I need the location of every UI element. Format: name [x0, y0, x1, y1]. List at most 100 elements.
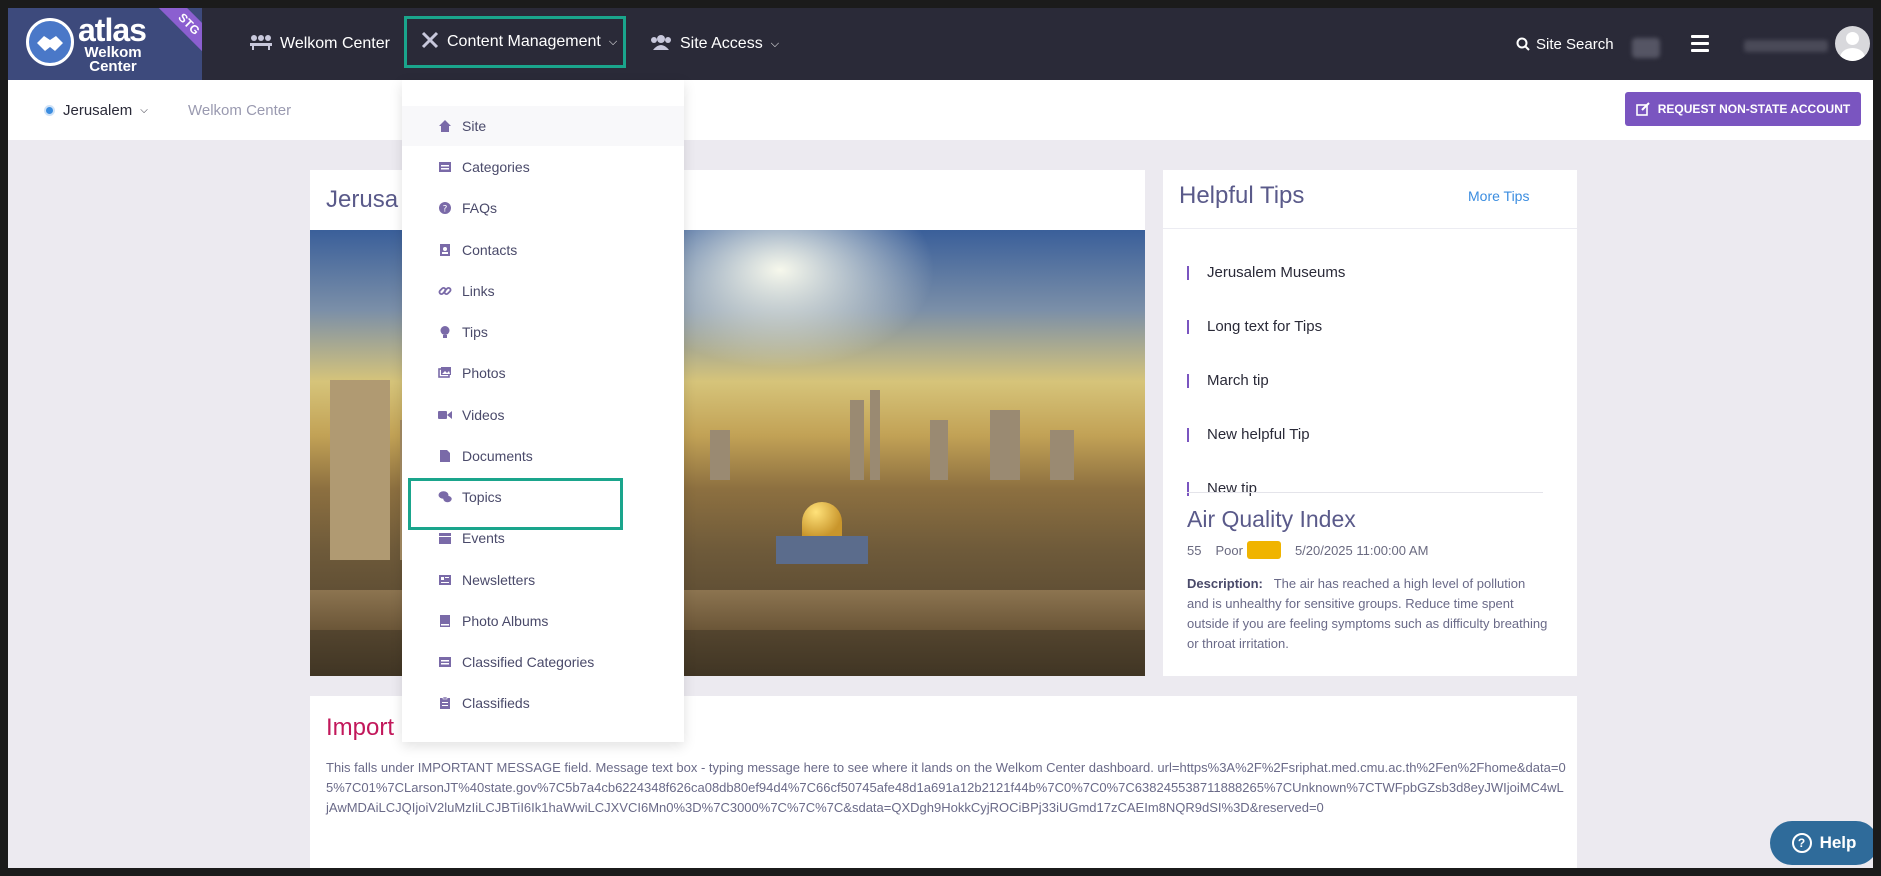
menu-item-faqs[interactable]: ? FAQs — [402, 188, 684, 228]
important-message-text: This falls under IMPORTANT MESSAGE field… — [326, 760, 1566, 815]
users-icon — [650, 34, 672, 55]
site-search-label: Site Search — [1536, 35, 1614, 53]
menu-item-label: Videos — [462, 407, 505, 423]
air-quality-reading: 55 Poor 5/20/2025 11:00:00 AM — [1187, 541, 1428, 559]
menu-item-videos[interactable]: Videos — [402, 395, 684, 435]
menu-item-photos[interactable]: Photos — [402, 353, 684, 393]
aqi-status-swatch — [1246, 541, 1281, 559]
tip-item[interactable]: New tip — [1187, 481, 1257, 496]
nav-content-management-label: Content Management — [447, 33, 601, 50]
menu-item-label: FAQs — [462, 200, 498, 216]
help-button[interactable]: ? Help — [1770, 821, 1873, 865]
menu-item-label: Tips — [462, 324, 488, 340]
menu-item-label: Documents — [462, 448, 533, 464]
logo-handshake-icon — [26, 18, 74, 66]
aqi-timestamp: 5/20/2025 11:00:00 AM — [1294, 542, 1429, 558]
tips-title: Helpful Tips — [1179, 182, 1305, 209]
chevron-down-icon: ⌵ — [770, 37, 780, 50]
photos-icon — [438, 366, 452, 380]
aqi-description-label: Description: — [1187, 576, 1263, 591]
request-button-label: REQUEST NON-STATE ACCOUNT — [1657, 102, 1851, 116]
menu-item-label: Site — [462, 118, 487, 134]
dome-of-the-rock — [802, 502, 842, 538]
book-icon — [438, 614, 452, 628]
help-question-icon: ? — [1791, 833, 1812, 853]
list-icon — [438, 160, 452, 174]
chevron-down-icon: ⌵ — [140, 104, 148, 116]
svg-text:?: ? — [443, 205, 448, 215]
tip-item[interactable]: March tip — [1187, 373, 1269, 388]
menu-item-photo-albums[interactable]: Photo Albums — [402, 601, 684, 641]
menu-item-label: Photo Albums — [462, 613, 549, 629]
aqi-status: Poor — [1215, 542, 1243, 558]
document-icon — [438, 449, 452, 463]
list-icon — [438, 655, 452, 669]
tools-icon — [421, 31, 439, 54]
menu-item-links[interactable]: Links — [402, 271, 684, 311]
tip-item[interactable]: Jerusalem Museums — [1187, 265, 1345, 280]
blurred-user-name — [1744, 40, 1828, 52]
blurred-indicator — [1632, 38, 1660, 58]
people-icon — [250, 34, 272, 55]
hero-title: Jerusa — [326, 186, 399, 213]
edit-icon — [1635, 102, 1650, 116]
menu-item-site[interactable]: Site — [402, 106, 684, 146]
important-title: Import — [326, 714, 395, 741]
menu-item-label: Links — [462, 283, 495, 299]
help-label: Help — [1819, 833, 1857, 852]
chevron-down-icon: ⌵ — [608, 35, 618, 48]
menu-icon[interactable] — [1691, 35, 1709, 53]
newspaper-icon — [438, 573, 452, 587]
menu-item-contacts[interactable]: Contacts — [402, 230, 684, 270]
aqi-description: Description: The air has reached a high … — [1187, 574, 1549, 654]
breadcrumb[interactable]: Welkom Center — [188, 80, 291, 140]
nav-site-access[interactable]: Site Access ⌵ — [650, 8, 779, 80]
helpful-tips-card: Helpful Tips More Tips Jerusalem Museums… — [1163, 170, 1577, 676]
site-search-button[interactable]: Site Search — [1516, 8, 1614, 80]
lightbulb-icon — [438, 325, 452, 339]
avatar[interactable] — [1835, 26, 1870, 61]
menu-item-label: Photos — [462, 365, 506, 381]
request-non-state-account-button[interactable]: REQUEST NON-STATE ACCOUNT — [1625, 92, 1861, 126]
menu-item-classifieds[interactable]: Classifieds — [402, 683, 684, 723]
menu-item-label: Newsletters — [462, 572, 536, 588]
nav-content-management[interactable]: Content Management ⌵ — [404, 16, 626, 68]
menu-item-label: Categories — [462, 159, 530, 175]
nav-site-access-label: Site Access — [680, 35, 763, 52]
sub-header-bar: Jerusalem ⌵ Welkom Center — [8, 80, 1873, 140]
question-icon: ? — [438, 201, 452, 215]
logo-subtitle: Welkom Center — [84, 44, 142, 75]
nav-welkom-center[interactable]: Welkom Center — [250, 8, 390, 80]
location-dot-icon — [44, 104, 55, 116]
menu-item-classified-categories[interactable]: Classified Categories — [402, 642, 684, 682]
menu-item-tips[interactable]: Tips — [402, 312, 684, 352]
content-management-dropdown: Site Categories ? FAQs Contacts Links Ti… — [402, 80, 684, 742]
top-navigation-bar: atlas Welkom Center STG Welkom Center Co… — [8, 8, 1873, 80]
menu-item-label: Classifieds — [462, 695, 530, 711]
menu-item-label: Contacts — [462, 242, 518, 258]
nav-welkom-center-label: Welkom Center — [280, 35, 390, 52]
menu-item-categories[interactable]: Categories — [402, 147, 684, 187]
video-icon — [438, 408, 452, 422]
environment-badge: STG — [157, 8, 202, 56]
link-icon — [438, 284, 452, 298]
tip-item[interactable]: New helpful Tip — [1187, 427, 1310, 442]
home-icon — [438, 119, 452, 133]
menu-item-documents[interactable]: Documents — [402, 436, 684, 476]
tip-item[interactable]: Long text for Tips — [1187, 319, 1322, 334]
location-label: Jerusalem — [63, 101, 133, 119]
location-selector[interactable]: Jerusalem ⌵ — [44, 80, 148, 140]
menu-item-label: Classified Categories — [462, 654, 595, 670]
air-quality-title: Air Quality Index — [1187, 506, 1356, 532]
search-icon — [1516, 37, 1530, 51]
topics-highlight — [408, 478, 623, 530]
more-tips-link[interactable]: More Tips — [1468, 188, 1529, 204]
clipboard-icon — [438, 696, 452, 710]
aqi-value: 55 — [1187, 542, 1202, 558]
menu-item-newsletters[interactable]: Newsletters — [402, 560, 684, 600]
app-frame: atlas Welkom Center STG Welkom Center Co… — [8, 8, 1873, 868]
atlas-logo[interactable]: atlas Welkom Center STG — [8, 8, 202, 80]
contact-icon — [438, 243, 452, 257]
calendar-icon — [438, 531, 452, 545]
menu-item-label: Events — [462, 530, 505, 546]
